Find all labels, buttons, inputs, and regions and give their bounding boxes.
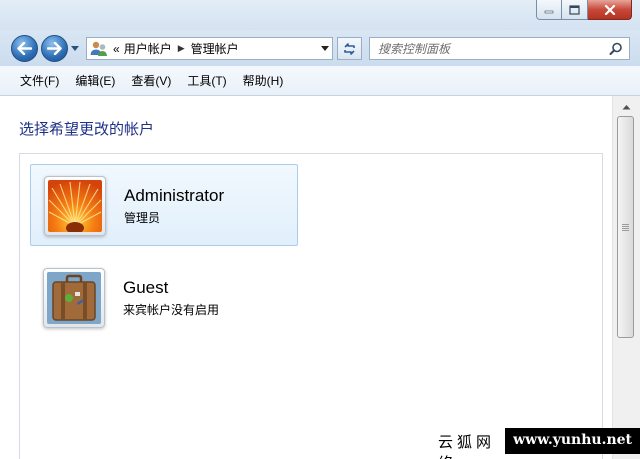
breadcrumb-user-accounts[interactable]: 用户帐户 <box>124 40 172 57</box>
menu-edit[interactable]: 编辑(E) <box>67 68 123 93</box>
maximize-icon <box>569 4 580 15</box>
breadcrumb-manage-accounts[interactable]: 管理帐户 <box>191 40 239 57</box>
refresh-button[interactable] <box>337 37 362 60</box>
scroll-up-button[interactable] <box>617 99 635 115</box>
recent-pages-dropdown-icon[interactable] <box>70 43 80 53</box>
menu-file[interactable]: 文件(F) <box>12 68 67 93</box>
back-arrow-icon <box>17 42 32 55</box>
address-overflow[interactable]: « <box>113 42 120 56</box>
minimize-button[interactable] <box>536 0 562 20</box>
suitcase-icon <box>47 272 101 324</box>
page-title: 选择希望更改的帐户 <box>19 121 155 138</box>
address-bar[interactable]: « 用户帐户 ▶ 管理帐户 <box>86 37 333 60</box>
maximize-button[interactable] <box>562 0 588 20</box>
orange-flower-icon <box>48 180 102 232</box>
minimize-icon <box>544 10 554 13</box>
search-input[interactable]: 搜索控制面板 <box>378 40 609 57</box>
account-name: Guest <box>123 278 169 297</box>
account-tile-guest[interactable]: Guest 来宾帐户没有启用 <box>30 257 298 339</box>
watermark-site-name: 云狐网络 <box>430 428 506 459</box>
account-picture <box>43 268 105 328</box>
caption-buttons <box>536 0 632 20</box>
title-bar <box>0 0 640 30</box>
watermark-url: www.yunhu.net <box>505 428 640 454</box>
menu-tools[interactable]: 工具(T) <box>179 68 234 93</box>
vertical-scrollbar[interactable] <box>612 96 640 459</box>
menu-help[interactable]: 帮助(H) <box>235 68 292 93</box>
refresh-icon <box>344 42 355 55</box>
scroll-thumb[interactable] <box>617 116 634 338</box>
scroll-up-arrow-icon <box>622 105 630 110</box>
user-accounts-icon <box>90 41 107 56</box>
address-dropdown-icon[interactable] <box>320 43 330 53</box>
close-icon <box>604 4 615 15</box>
accounts-panel: Administrator 管理员 Guest 来宾帐户没有启用 <box>19 153 603 459</box>
forward-button[interactable] <box>41 35 68 62</box>
search-icon[interactable] <box>609 42 623 56</box>
close-button[interactable] <box>588 0 632 20</box>
menu-bar: 文件(F) 编辑(E) 查看(V) 工具(T) 帮助(H) <box>0 66 640 96</box>
forward-arrow-icon <box>47 42 62 55</box>
menu-view[interactable]: 查看(V) <box>123 68 179 93</box>
account-picture <box>44 176 106 236</box>
account-tile-administrator[interactable]: Administrator 管理员 <box>30 164 298 246</box>
breadcrumb-separator-icon[interactable]: ▶ <box>178 44 185 54</box>
account-type: 管理员 <box>124 211 161 225</box>
main-content: 选择希望更改的帐户 Administrator 管理员 Guest 来宾帐户没有… <box>0 96 612 459</box>
back-button[interactable] <box>11 35 38 62</box>
watermark: 云狐网络 www.yunhu.net <box>430 428 640 459</box>
search-box[interactable]: 搜索控制面板 <box>369 37 630 60</box>
account-type: 来宾帐户没有启用 <box>123 303 220 317</box>
account-name: Administrator <box>124 186 225 205</box>
navigation-bar: « 用户帐户 ▶ 管理帐户 搜索控制面板 <box>0 30 640 66</box>
scroll-grip-icon <box>622 223 629 231</box>
